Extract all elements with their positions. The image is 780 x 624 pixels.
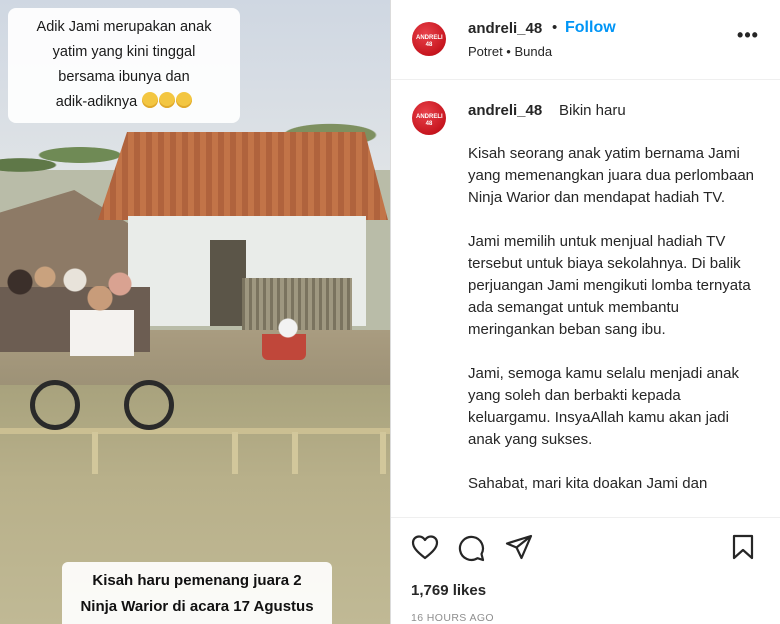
username[interactable]: andreli_48 xyxy=(468,20,542,37)
more-options-icon[interactable]: ••• xyxy=(736,26,760,48)
action-bar: 1,769 likes 16 HOURS AGO xyxy=(391,517,780,624)
bike-wheel xyxy=(124,380,174,430)
instagram-post: Adik Jami merupakan anak yatim yang kini… xyxy=(0,0,780,624)
avatar-logo-text: ANDRELI 48 xyxy=(416,35,443,48)
caption-username[interactable]: andreli_48 xyxy=(468,102,542,119)
follow-button[interactable]: Follow xyxy=(565,19,616,37)
scene-sitting-people xyxy=(262,318,306,360)
heart-icon[interactable] xyxy=(411,534,439,560)
caption-paragraph: Jami, semoga kamu selalu menjadi anak ya… xyxy=(468,365,739,448)
avatar[interactable]: ANDRELI 48 xyxy=(412,22,446,56)
avatar[interactable]: ANDRELI 48 xyxy=(412,101,446,135)
post-media[interactable]: Adik Jami merupakan anak yatim yang kini… xyxy=(0,0,390,624)
separator-dot: • xyxy=(552,19,558,36)
scene-bridge-post xyxy=(292,432,298,474)
caption-body: Kisah seorang anak yatim bernama Jami ya… xyxy=(468,143,758,517)
scene-bicycle xyxy=(30,366,180,432)
caption-line: Ninja Warior di acara 17 Agustus xyxy=(80,598,314,615)
video-caption-bottom: Kisah haru pemenang juara 2 Ninja Warior… xyxy=(62,562,332,624)
scene-door xyxy=(210,240,246,326)
like-count[interactable]: 1,769 likes xyxy=(411,582,486,599)
caption-paragraph: Sahabat, mari kita doakan Jami dan xyxy=(468,475,708,492)
scene-bridge-post xyxy=(92,432,98,474)
video-caption-top: Adik Jami merupakan anak yatim yang kini… xyxy=(8,8,240,123)
comment-icon[interactable] xyxy=(457,534,485,562)
scene-bridge-post xyxy=(380,432,386,474)
share-icon[interactable] xyxy=(505,534,533,560)
caption-paragraph: Jami memilih untuk menjual hadiah TV ter… xyxy=(468,233,751,338)
pleading-face-icon xyxy=(159,92,176,108)
post-header: ANDRELI 48 andreli_48 • Follow Potret • … xyxy=(391,0,780,80)
caption-line: adik-adiknya xyxy=(16,90,232,115)
caption-line-text: adik-adiknya xyxy=(55,94,138,110)
caption-line: bersama ibunya dan xyxy=(58,69,190,85)
scene-roof xyxy=(98,132,388,220)
avatar-logo-text: ANDRELI 48 xyxy=(416,114,443,127)
caption-paragraph: Kisah seorang anak yatim bernama Jami ya… xyxy=(468,145,755,206)
caption-line: yatim yang kini tinggal xyxy=(52,44,196,60)
post-sidebar: ANDRELI 48 andreli_48 • Follow Potret • … xyxy=(391,0,780,624)
comments-section[interactable]: ANDRELI 48 andreli_48 Bikin haru Kisah s… xyxy=(391,81,780,517)
caption-line: Kisah haru pemenang juara 2 xyxy=(92,572,302,589)
scene-bridge-post xyxy=(232,432,238,474)
pleading-face-icon xyxy=(176,92,193,108)
caption-short-text: Bikin haru xyxy=(559,102,626,119)
pleading-face-icon xyxy=(142,92,159,108)
caption-line: Adik Jami merupakan anak xyxy=(36,19,212,35)
emoji-group xyxy=(141,90,193,115)
location-link[interactable]: Potret • Bunda xyxy=(468,44,552,59)
bike-wheel xyxy=(30,380,80,430)
post-timestamp: 16 HOURS AGO xyxy=(411,612,494,624)
bookmark-icon[interactable] xyxy=(731,534,755,560)
